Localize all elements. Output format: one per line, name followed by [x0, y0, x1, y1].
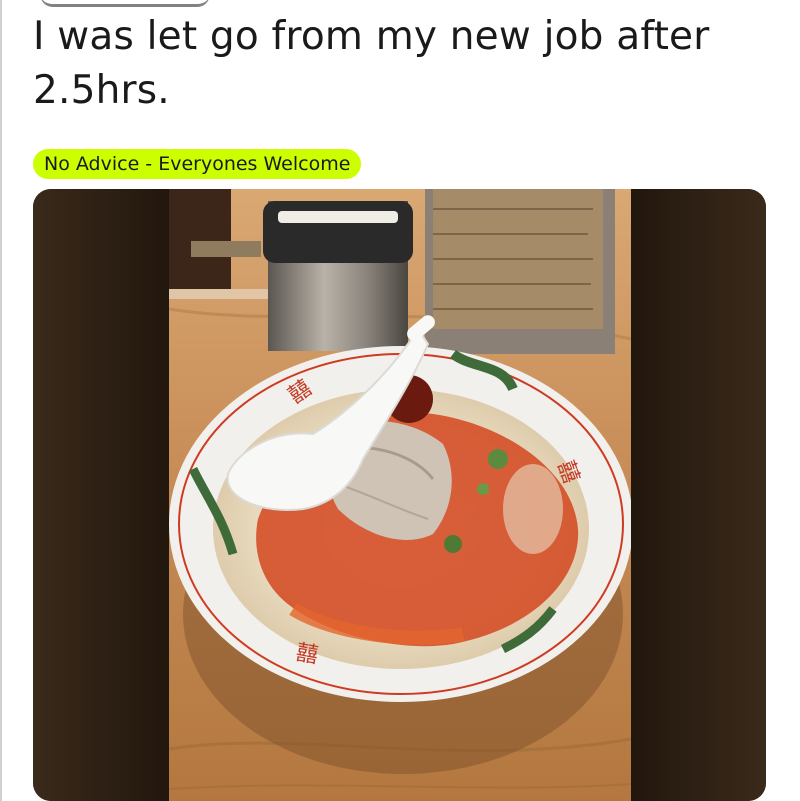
ramen-photo: 囍 囍 囍: [33, 189, 766, 801]
svg-text:囍: 囍: [294, 640, 320, 668]
window-edge: [0, 0, 2, 801]
post-flair[interactable]: No Advice - Everyones Welcome: [33, 149, 362, 179]
post-title: I was let go from my new job after 2.5hr…: [33, 14, 710, 113]
clipped-header-text: [40, 0, 210, 7]
post-image[interactable]: 囍 囍 囍: [33, 189, 766, 801]
post-page: I was let go from my new job after 2.5hr…: [0, 0, 800, 801]
